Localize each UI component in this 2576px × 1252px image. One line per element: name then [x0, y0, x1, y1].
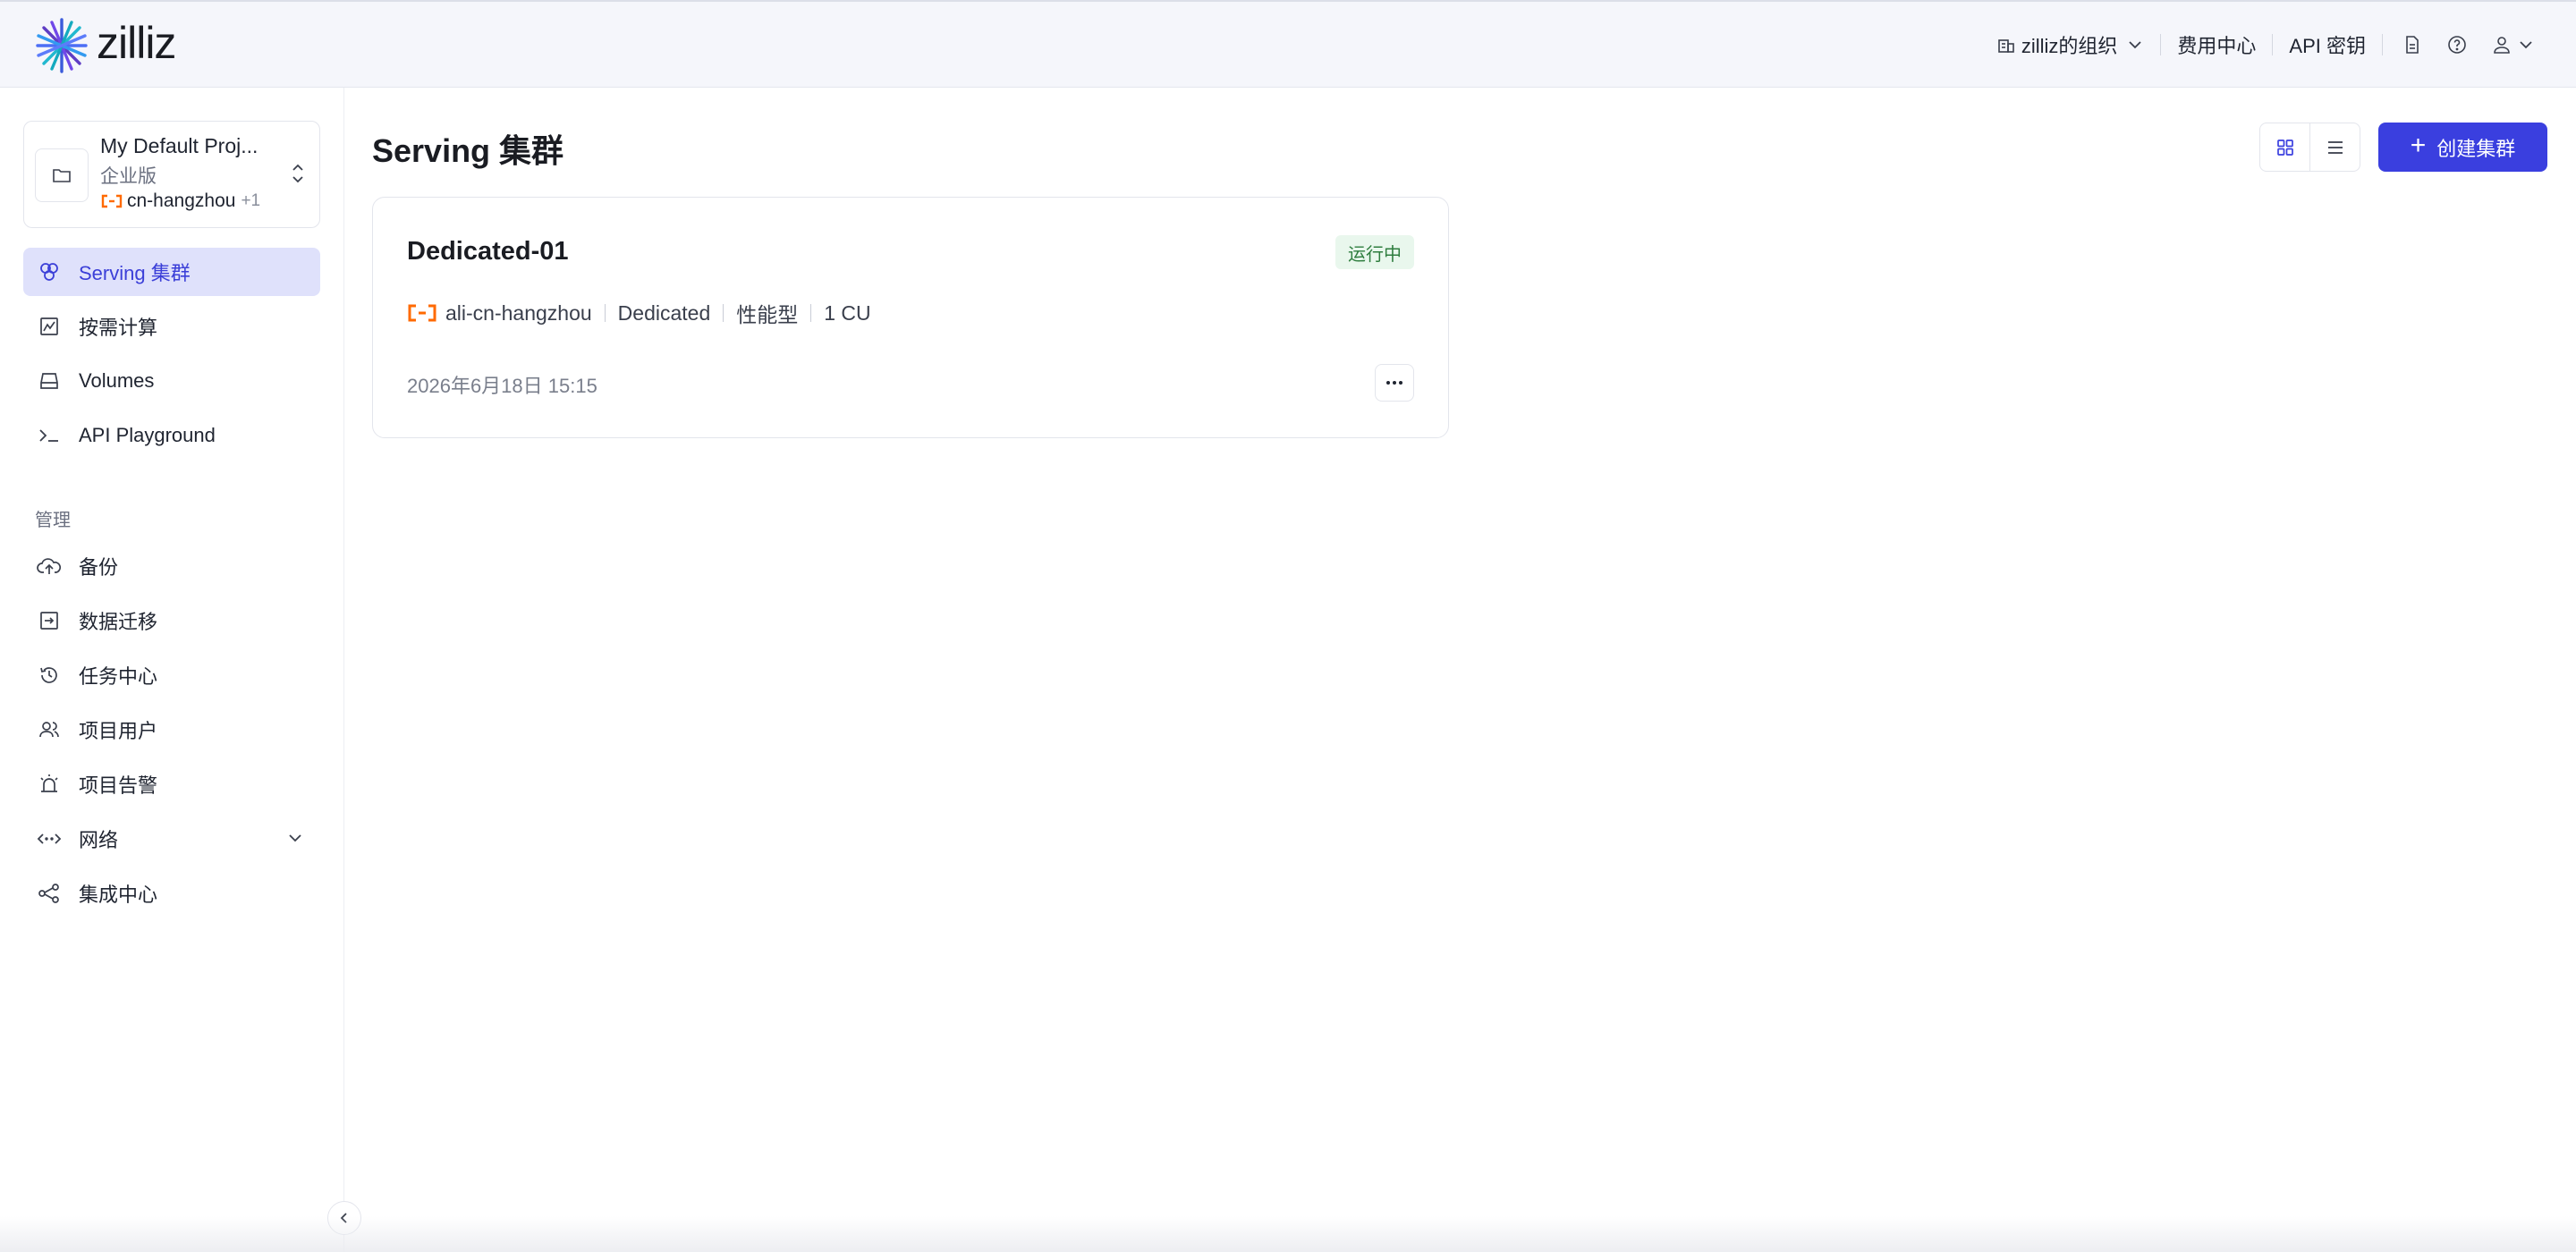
cluster-created-time: 2026年6月18日 15:15	[407, 375, 597, 397]
folder-icon	[53, 169, 71, 182]
history-icon	[36, 662, 63, 689]
sidebar: My Default Proj... 企业版 cn-hangzhou +1 Se…	[0, 88, 344, 1252]
view-toggle	[2259, 123, 2360, 172]
cluster-card[interactable]: Dedicated-01 运行中 ali-cn-hangzhou Dedicat…	[372, 197, 1449, 438]
sidebar-item-network[interactable]: 网络	[23, 815, 320, 863]
page-title: Serving 集群	[372, 132, 564, 169]
sidebar-item-label: 项目告警	[79, 774, 158, 797]
cluster-more-button[interactable]	[1375, 364, 1414, 402]
grid-view-button[interactable]	[2260, 123, 2309, 171]
folder-icon-box	[35, 148, 89, 202]
sidebar-item-project-alerts[interactable]: 项目告警	[23, 760, 320, 808]
share-nodes-icon	[36, 880, 63, 907]
cluster-cu: 1 CU	[824, 300, 871, 325]
create-cluster-button[interactable]: + 创建集群	[2378, 123, 2547, 172]
help-circle-icon	[2448, 36, 2466, 54]
project-switcher[interactable]: My Default Proj... 企业版 cn-hangzhou +1	[23, 121, 320, 228]
sidebar-item-label: 网络	[79, 829, 119, 851]
help-button[interactable]	[2435, 35, 2479, 55]
meta-divider	[723, 304, 724, 322]
sidebar-item-label: 按需计算	[79, 317, 158, 339]
cluster-type: Dedicated	[617, 300, 711, 325]
terminal-icon	[36, 422, 63, 449]
sidebar-item-label: 备份	[79, 556, 119, 579]
user-icon	[2494, 37, 2510, 54]
alibaba-cloud-icon	[101, 194, 123, 208]
sidebar-item-serving-clusters[interactable]: Serving 集群	[23, 248, 320, 296]
cluster-meta: ali-cn-hangzhou Dedicated 性能型 1 CU	[407, 298, 871, 328]
building-icon	[1998, 39, 2014, 53]
sidebar-item-label: Serving 集群	[79, 262, 191, 284]
bottom-shade	[0, 1216, 2576, 1252]
logo-text: zilliz	[97, 18, 176, 68]
sidebar-item-volumes[interactable]: Volumes	[23, 357, 320, 405]
status-badge: 运行中	[1335, 235, 1414, 269]
users-icon	[36, 716, 63, 743]
grid-icon	[2276, 139, 2293, 156]
chevron-down-icon	[2520, 41, 2532, 49]
docs-button[interactable]	[2383, 35, 2435, 55]
sidebar-item-label: 任务中心	[79, 665, 158, 688]
chevron-down-icon[interactable]	[284, 827, 306, 849]
network-icon	[36, 825, 63, 852]
zilliz-logo[interactable]: zilliz	[32, 16, 176, 75]
plus-icon: +	[2410, 131, 2427, 160]
alibaba-cloud-icon	[408, 304, 436, 322]
cloud-upload-icon	[36, 553, 63, 579]
org-name: zilliz的组织	[2021, 35, 2118, 57]
project-region: cn-hangzhou +1	[100, 190, 260, 212]
sidebar-item-backup[interactable]: 备份	[23, 542, 320, 590]
sidebar-item-task-center[interactable]: 任务中心	[23, 651, 320, 699]
more-horizontal-icon	[1386, 381, 1402, 385]
billing-link[interactable]: 费用中心	[2161, 30, 2272, 59]
api-key-link[interactable]: API 密钥	[2273, 30, 2382, 59]
document-icon	[2406, 36, 2419, 54]
header-actions: zilliz的组织 费用中心 API 密钥	[1980, 2, 2535, 88]
sidebar-item-label: API Playground	[79, 424, 216, 446]
meta-divider	[810, 304, 812, 322]
sidebar-item-integration-center[interactable]: 集成中心	[23, 869, 320, 918]
compute-chart-icon	[36, 313, 63, 340]
sidebar-item-label: 项目用户	[79, 720, 158, 742]
top-bar: zilliz zilliz的组织 费用中心 API 密钥	[0, 0, 2576, 88]
volume-drive-icon	[36, 368, 63, 394]
chevron-down-icon	[2129, 41, 2142, 49]
user-menu[interactable]	[2479, 35, 2535, 55]
meta-divider	[604, 304, 606, 322]
clusters-icon	[36, 258, 63, 285]
sidebar-item-project-users[interactable]: 项目用户	[23, 706, 320, 754]
sidebar-item-data-migration[interactable]: 数据迁移	[23, 596, 320, 645]
cluster-name[interactable]: Dedicated-01	[407, 237, 569, 266]
sidebar-item-label: 集成中心	[79, 884, 158, 906]
project-plan: 企业版	[100, 166, 157, 187]
project-region-more: +1	[241, 191, 261, 210]
list-view-button[interactable]	[2309, 123, 2360, 171]
section-label-manage: 管理	[35, 511, 71, 530]
alarm-icon	[36, 771, 63, 798]
chevron-up-down-icon	[292, 164, 303, 183]
zilliz-starburst-icon	[36, 18, 88, 73]
cluster-region: ali-cn-hangzhou	[445, 300, 592, 325]
list-icon	[2327, 140, 2343, 154]
org-switcher[interactable]: zilliz的组织	[1980, 30, 2161, 59]
create-cluster-label: 创建集群	[2436, 137, 2516, 160]
sidebar-item-on-demand-compute[interactable]: 按需计算	[23, 302, 320, 351]
migrate-icon	[36, 607, 63, 634]
sidebar-item-api-playground[interactable]: API Playground	[23, 411, 320, 460]
project-region-name: cn-hangzhou	[127, 190, 236, 211]
project-name: My Default Proj...	[100, 134, 258, 157]
sidebar-item-label: Volumes	[79, 369, 155, 392]
sidebar-item-label: 数据迁移	[79, 611, 158, 633]
cluster-profile: 性能型	[736, 303, 799, 326]
